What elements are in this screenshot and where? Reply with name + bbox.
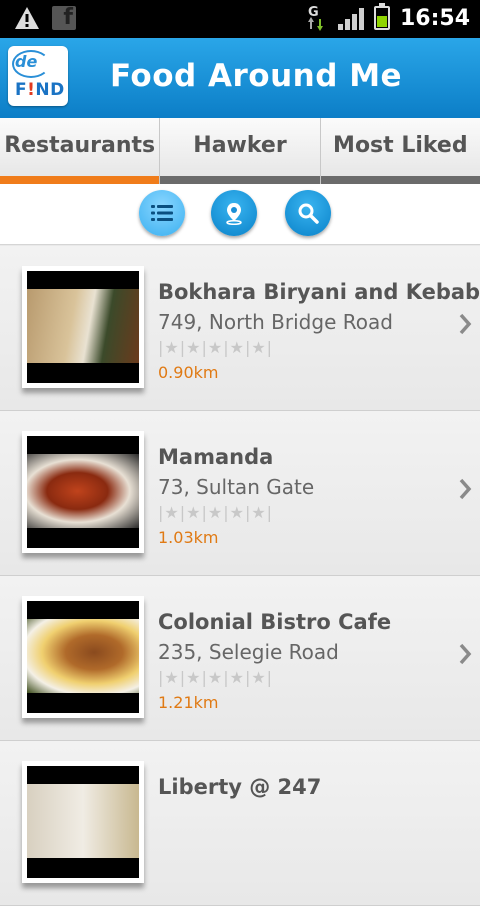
map-pin-icon (226, 203, 242, 225)
restaurant-name: Colonial Bistro Cafe (158, 610, 392, 634)
restaurant-thumbnail (22, 596, 144, 718)
tab-most-liked[interactable]: Most Liked (320, 118, 480, 184)
restaurant-thumbnail (22, 431, 144, 553)
restaurant-address: 235, Selegie Road (158, 640, 339, 664)
page-title: Food Around Me (110, 58, 403, 94)
app-logo[interactable]: de F!ND (8, 46, 68, 106)
view-toolbar (0, 184, 480, 245)
rating-stars: |★|★|★|★|★| (158, 668, 274, 687)
warning-icon (15, 7, 39, 29)
status-bar: f G 16:54 (0, 0, 480, 38)
tab-bar: Restaurants Hawker Most Liked (0, 118, 480, 184)
battery-icon (373, 3, 390, 30)
restaurant-address: 73, Sultan Gate (158, 475, 315, 499)
facebook-icon: f (52, 6, 76, 30)
restaurant-distance: 1.21km (158, 693, 219, 712)
list-item[interactable]: Colonial Bistro Cafe 235, Selegie Road |… (0, 576, 480, 741)
restaurant-thumbnail (22, 266, 144, 388)
restaurant-name: Mamanda (158, 445, 274, 469)
search-icon (298, 203, 319, 224)
clock: 16:54 (399, 5, 470, 31)
tab-restaurants[interactable]: Restaurants (0, 118, 161, 184)
map-view-button[interactable] (211, 190, 257, 236)
rating-stars: |★|★|★|★|★| (158, 503, 274, 522)
signal-icon (337, 6, 364, 30)
search-button[interactable] (285, 190, 331, 236)
logo-find-text: F!ND (15, 80, 65, 100)
list-item[interactable]: Bokhara Biryani and Kebab 749, North Bri… (0, 246, 480, 411)
list-icon (151, 205, 173, 221)
chevron-right-icon (459, 313, 472, 335)
restaurant-name: Liberty @ 247 (158, 775, 322, 799)
restaurant-distance: 0.90km (158, 363, 219, 382)
list-view-button[interactable] (139, 190, 185, 236)
restaurant-thumbnail (22, 761, 144, 883)
restaurant-list: Bokhara Biryani and Kebab 749, North Bri… (0, 246, 480, 906)
app-header: de F!ND Food Around Me (0, 38, 480, 119)
list-item[interactable]: Mamanda 73, Sultan Gate |★|★|★|★|★| 1.03… (0, 411, 480, 576)
restaurant-address: 749, North Bridge Road (158, 310, 393, 334)
rating-stars: |★|★|★|★|★| (158, 338, 274, 357)
network-g-icon: G (306, 5, 328, 31)
chevron-right-icon (459, 643, 472, 665)
tab-hawker[interactable]: Hawker (160, 118, 321, 184)
chevron-right-icon (459, 478, 472, 500)
restaurant-name: Bokhara Biryani and Kebab (158, 280, 480, 304)
restaurant-distance: 1.03km (158, 528, 219, 547)
list-item[interactable]: Liberty @ 247 (0, 741, 480, 906)
